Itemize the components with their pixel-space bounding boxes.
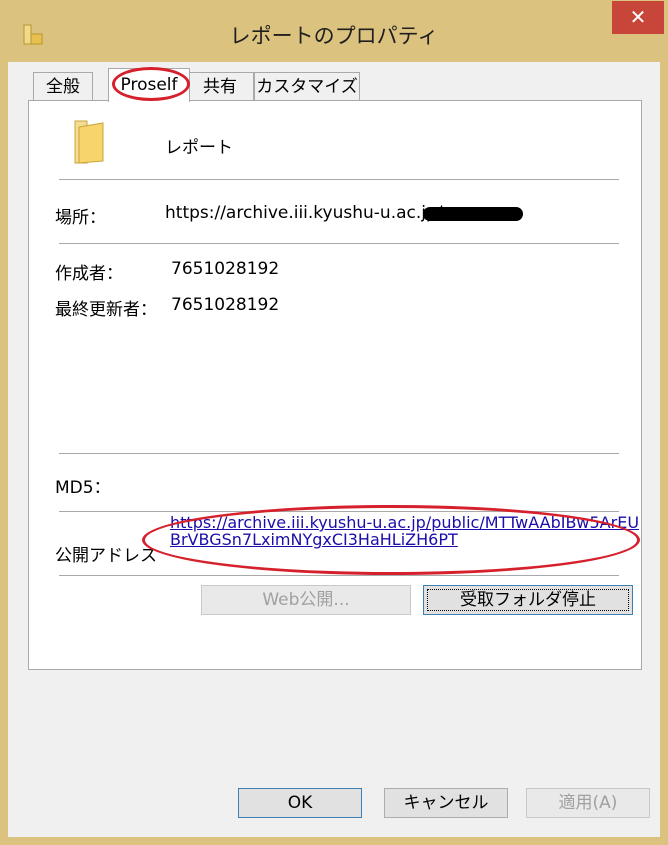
tab-general[interactable]: 全般 — [33, 72, 93, 100]
stop-receive-folder-button[interactable]: 受取フォルダ停止 — [423, 585, 633, 615]
separator — [59, 243, 619, 244]
dialog-footer: OK キャンセル 適用(A) — [8, 686, 660, 837]
tab-sharing[interactable]: 共有 — [186, 72, 254, 100]
folder-name: レポート — [165, 138, 233, 158]
proself-panel: レポート 場所： https://archive.iii.kyushu-u.ac… — [28, 100, 642, 670]
folder-icon — [74, 120, 104, 164]
md5-label: MD5： — [55, 478, 111, 498]
tab-proself[interactable]: Proself — [108, 68, 190, 102]
properties-window: レポートのプロパティ ✕ 全般 Proself 共有 カスタマイズ レポート 場… — [0, 0, 668, 845]
window-title: レポートのプロパティ — [229, 24, 439, 48]
modifier-value: 7651028192 — [171, 295, 280, 315]
modifier-label: 最終更新者： — [55, 300, 157, 320]
redaction-mark — [423, 207, 523, 221]
separator — [59, 511, 619, 512]
creator-value: 7651028192 — [171, 259, 280, 279]
public-address-link[interactable]: https://archive.iii.kyushu-u.ac.jp/publi… — [170, 514, 640, 562]
cancel-button[interactable]: キャンセル — [384, 788, 508, 818]
tab-customize[interactable]: カスタマイズ — [254, 72, 360, 100]
close-button[interactable]: ✕ — [612, 1, 664, 34]
location-label: 場所： — [55, 208, 106, 228]
separator — [59, 179, 619, 180]
separator — [59, 575, 619, 576]
dialog-client-area: 全般 Proself 共有 カスタマイズ レポート 場所： https://ar… — [8, 62, 660, 837]
public-address-label: 公開アドレス — [55, 546, 157, 566]
title-bar[interactable]: レポートのプロパティ ✕ — [0, 0, 668, 62]
apply-button[interactable]: 適用(A) — [526, 788, 650, 818]
stop-receive-folder-label: 受取フォルダ停止 — [460, 590, 596, 610]
ok-button[interactable]: OK — [238, 788, 362, 818]
location-value: https://archive.iii.kyushu-u.ac.jp/ — [165, 203, 443, 223]
separator — [59, 453, 619, 454]
ok-label: OK — [287, 793, 313, 813]
creator-label: 作成者： — [55, 264, 123, 284]
web-publish-button[interactable]: Web公開... — [201, 585, 411, 615]
